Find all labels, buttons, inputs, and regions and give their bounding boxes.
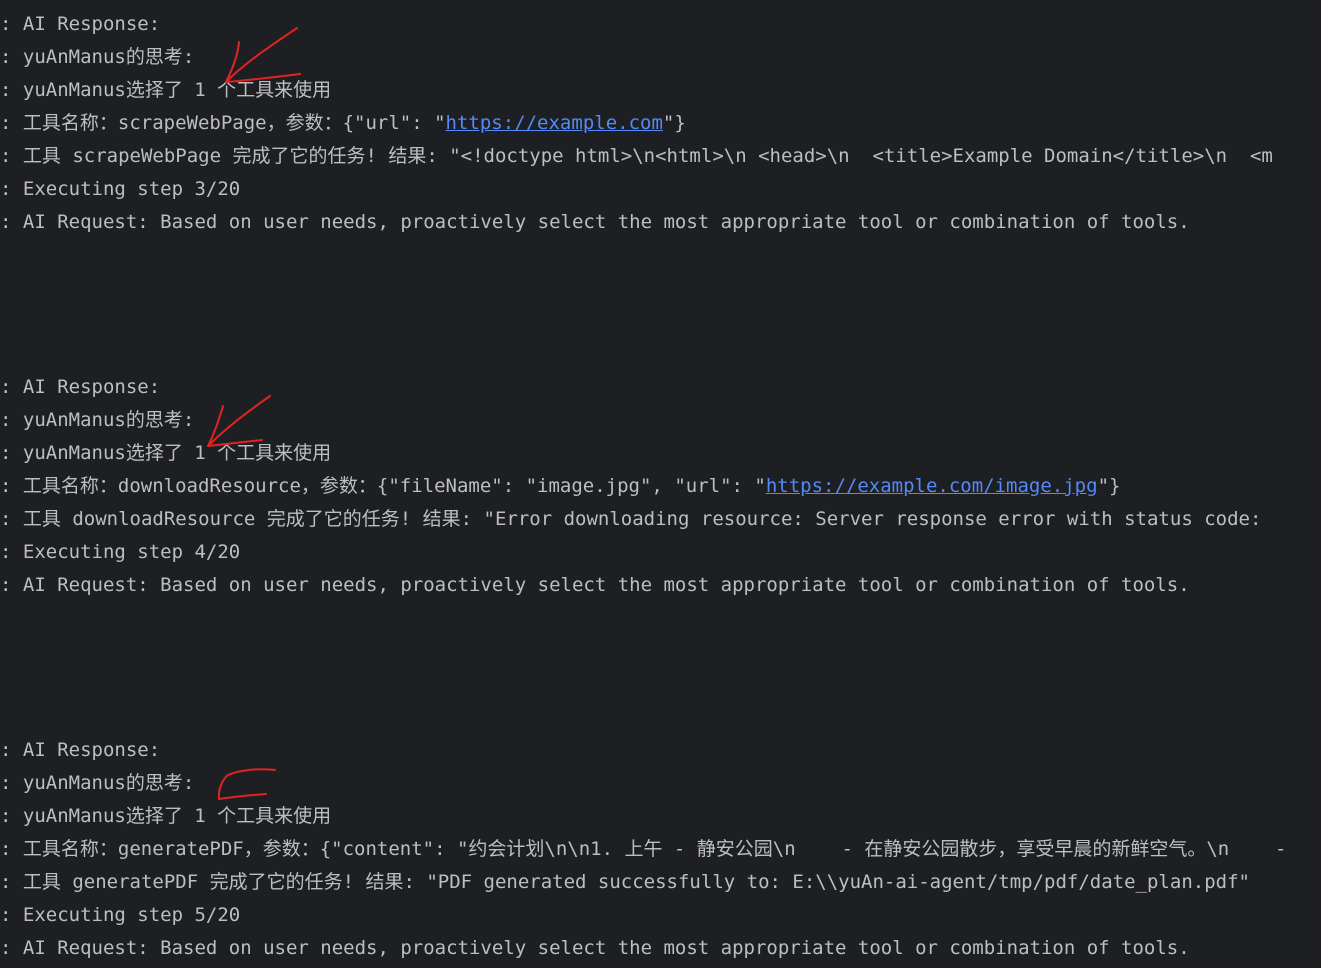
thinking-line: : yuAnManus的思考: — [0, 772, 195, 794]
ai-response-line: : AI Response: — [0, 739, 161, 761]
console-output: : AI Response: : yuAnManus的思考: : yuAnMan… — [0, 0, 1321, 968]
tool-call-line: : 工具名称：generatePDF，参数：{"content": "约会计划\… — [0, 833, 1286, 866]
tool-selection-line: : yuAnManus选择了 1 个工具来使用 — [0, 805, 332, 827]
thinking-line: : yuAnManus的思考: — [0, 46, 195, 68]
url-link[interactable]: https://example.com/image.jpg — [766, 475, 1098, 497]
executing-step-line: : Executing step 3/20 — [0, 178, 241, 200]
tool-result-line: : 工具 generatePDF 完成了它的任务! 结果: "PDF gener… — [0, 871, 1250, 893]
ai-request-line: : AI Request: Based on user needs, proac… — [0, 211, 1190, 233]
executing-step-line: : Executing step 4/20 — [0, 541, 241, 563]
red-annotation-arrow-icon — [217, 768, 276, 800]
executing-step-line: : Executing step 5/20 — [0, 904, 241, 926]
tool-call-text: : 工具名称：downloadResource，参数：{"fileName": … — [0, 475, 766, 497]
tool-call-line: : 工具名称：scrapeWebPage，参数：{"url": "https:/… — [0, 107, 686, 140]
tool-call-text: : 工具名称：generatePDF，参数：{"content": "约会计划\… — [0, 838, 1287, 860]
ai-request-line: : AI Request: Based on user needs, proac… — [0, 574, 1190, 596]
ai-request-line: : AI Request: Based on user needs, proac… — [0, 937, 1190, 959]
ai-response-line: : AI Response: — [0, 13, 161, 35]
tool-call-text: : 工具名称：scrapeWebPage，参数：{"url": " — [0, 112, 446, 134]
ai-response-line: : AI Response: — [0, 376, 161, 398]
thinking-line: : yuAnManus的思考: — [0, 409, 195, 431]
tool-selection-line: : yuAnManus选择了 1 个工具来使用 — [0, 442, 332, 464]
tool-call-suffix: "} — [662, 112, 686, 134]
tool-call-suffix: "} — [1097, 475, 1121, 497]
url-link[interactable]: https://example.com — [446, 112, 663, 134]
tool-call-line: : 工具名称：downloadResource，参数：{"fileName": … — [0, 470, 1120, 503]
tool-result-line: : 工具 downloadResource 完成了它的任务! 结果: "Erro… — [0, 508, 1273, 530]
tool-selection-line: : yuAnManus选择了 1 个工具来使用 — [0, 79, 332, 101]
tool-result-line: : 工具 scrapeWebPage 完成了它的任务! 结果: "<!docty… — [0, 145, 1273, 167]
